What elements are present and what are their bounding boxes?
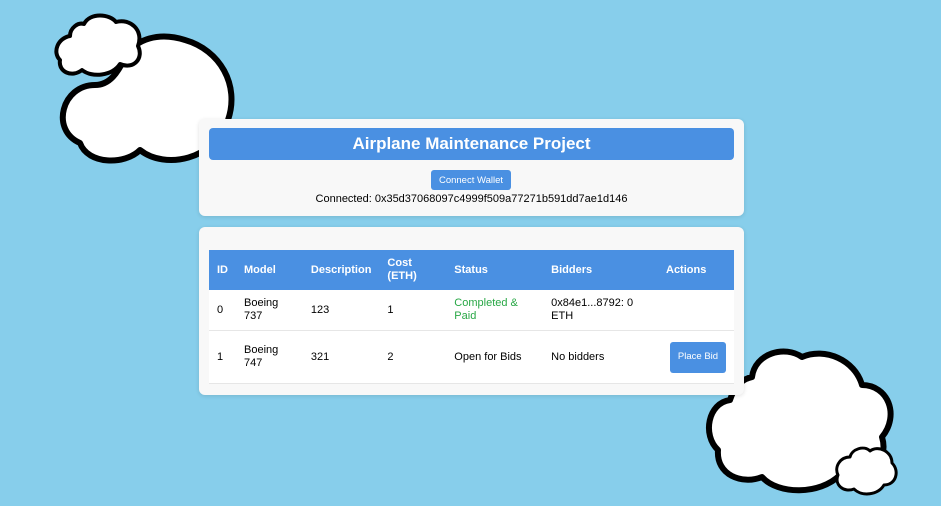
column-header-status: Status: [446, 250, 544, 290]
column-header-bidders: Bidders: [543, 250, 658, 290]
cell-description: 321: [302, 330, 380, 384]
column-header-cost: Cost (ETH): [379, 250, 447, 290]
cell-actions: [658, 290, 734, 331]
projects-table: ID Model Description Cost (ETH) Status B…: [209, 250, 734, 384]
cell-actions: Place Bid: [658, 330, 734, 384]
cell-id: 1: [209, 330, 236, 384]
cell-cost: 2: [379, 330, 447, 384]
cell-cost: 1: [379, 290, 447, 331]
column-header-id: ID: [209, 250, 236, 290]
cell-bidders: 0x84e1...8792: 0 ETH: [543, 290, 658, 331]
cell-id: 0: [209, 290, 236, 331]
cell-status: Open for Bids: [446, 330, 544, 384]
connect-wallet-button[interactable]: Connect Wallet: [431, 170, 511, 190]
cell-description: 123: [302, 290, 380, 331]
cell-status: Completed & Paid: [446, 290, 544, 331]
table-row: 0 Boeing 737 123 1 Completed & Paid 0x84…: [209, 290, 734, 331]
page-title: Airplane Maintenance Project: [209, 128, 734, 160]
column-header-model: Model: [236, 250, 303, 290]
cell-model: Boeing 737: [236, 290, 303, 331]
connected-address-text: Connected: 0x35d37068097c4999f509a77271b…: [315, 193, 628, 205]
cell-bidders: No bidders: [543, 330, 658, 384]
column-header-actions: Actions: [658, 250, 734, 290]
projects-card: ID Model Description Cost (ETH) Status B…: [199, 227, 744, 395]
place-bid-button[interactable]: Place Bid: [670, 341, 726, 373]
header-card: Airplane Maintenance Project Connect Wal…: [199, 119, 744, 216]
table-row: 1 Boeing 747 321 2 Open for Bids No bidd…: [209, 330, 734, 384]
column-header-description: Description: [302, 250, 380, 290]
cell-model: Boeing 747: [236, 330, 303, 384]
table-header-row: ID Model Description Cost (ETH) Status B…: [209, 250, 734, 290]
